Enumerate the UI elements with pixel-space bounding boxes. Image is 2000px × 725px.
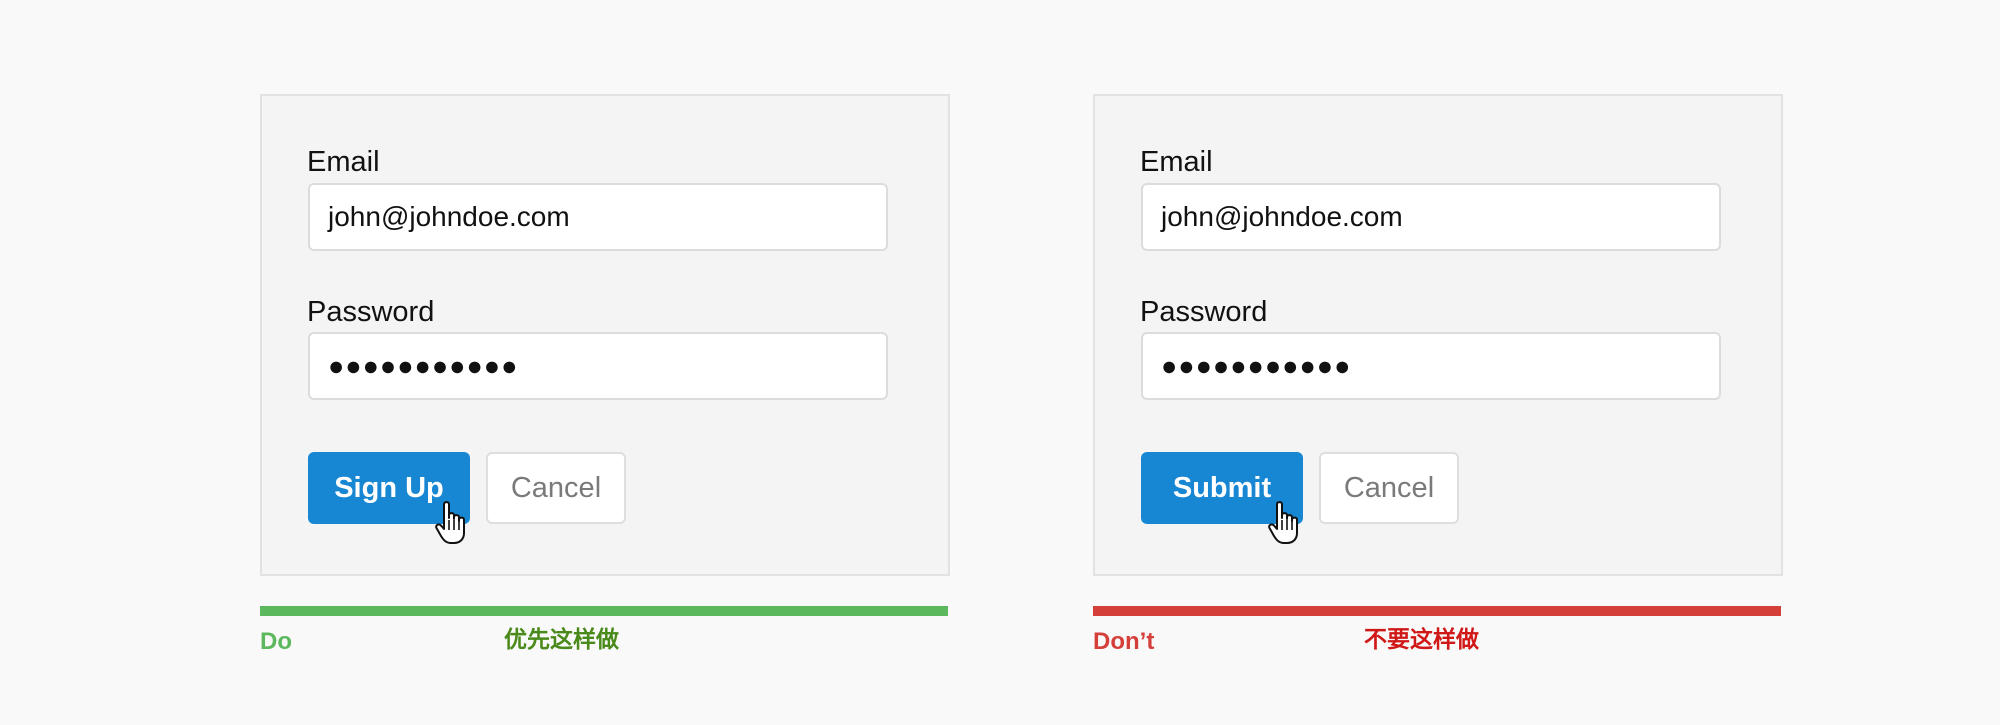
password-field[interactable]: ●●●●●●●●●●● xyxy=(1141,332,1721,400)
email-field[interactable]: john@johndoe.com xyxy=(308,183,888,251)
dont-indicator-bar xyxy=(1093,606,1781,616)
dont-example: Email john@johndoe.com Password ●●●●●●●●… xyxy=(1093,94,1783,654)
do-indicator-bar xyxy=(260,606,948,616)
sign-up-button[interactable]: Sign Up xyxy=(308,452,470,524)
dont-label: Don’t xyxy=(1093,628,1155,655)
email-label: Email xyxy=(307,146,380,178)
do-note: 优先这样做 xyxy=(504,626,619,652)
submit-form-panel: Email john@johndoe.com Password ●●●●●●●●… xyxy=(1093,94,1783,576)
dont-note: 不要这样做 xyxy=(1364,626,1479,652)
password-label: Password xyxy=(307,296,435,328)
do-example: Email john@johndoe.com Password ●●●●●●●●… xyxy=(260,94,950,654)
cancel-button[interactable]: Cancel xyxy=(486,452,626,524)
password-label: Password xyxy=(1140,296,1268,328)
do-label: Do xyxy=(260,628,292,655)
page: { "examples": [ { "kind": "do", "email_l… xyxy=(0,0,2000,725)
submit-button[interactable]: Submit xyxy=(1141,452,1303,524)
cancel-button[interactable]: Cancel xyxy=(1319,452,1459,524)
signup-form-panel: Email john@johndoe.com Password ●●●●●●●●… xyxy=(260,94,950,576)
email-label: Email xyxy=(1140,146,1213,178)
password-field[interactable]: ●●●●●●●●●●● xyxy=(308,332,888,400)
email-field[interactable]: john@johndoe.com xyxy=(1141,183,1721,251)
